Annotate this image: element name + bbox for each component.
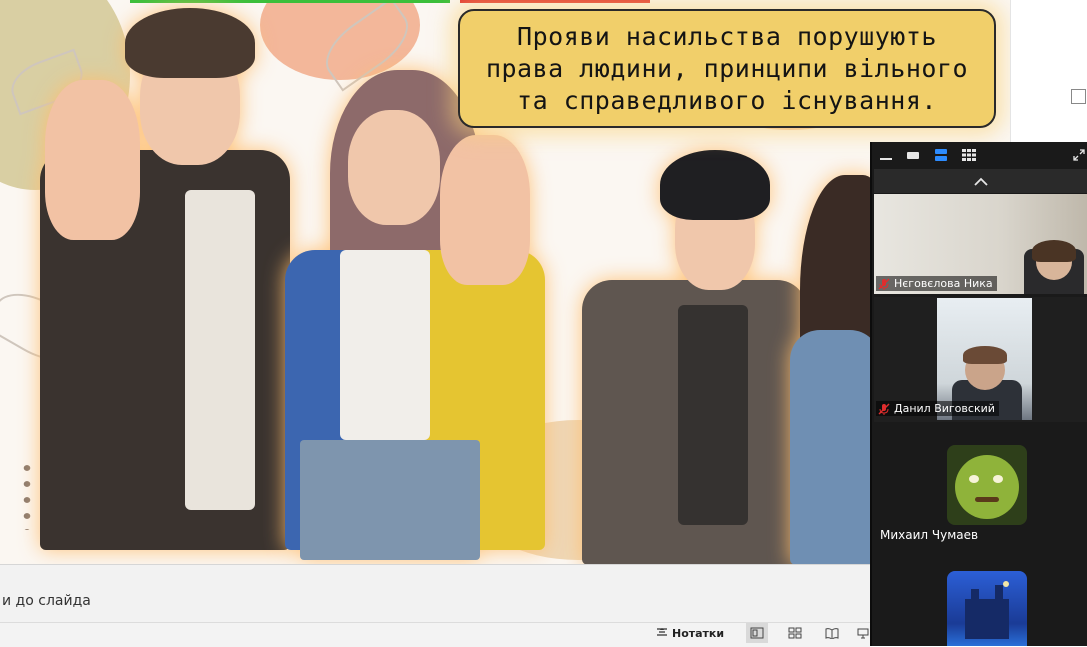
notes-button[interactable]: Нотатки bbox=[656, 624, 724, 642]
notes-pane[interactable] bbox=[0, 564, 870, 623]
speaker-view-icon[interactable] bbox=[905, 148, 921, 162]
side-panel-checkbox[interactable] bbox=[1071, 89, 1086, 104]
mic-muted-icon bbox=[878, 278, 890, 290]
slide-title-line: Прояви насильства порушують bbox=[517, 21, 937, 51]
participant-avatar bbox=[947, 571, 1027, 646]
slideshow-button[interactable] bbox=[856, 623, 870, 643]
minimize-icon[interactable] bbox=[878, 148, 894, 162]
reading-view-button[interactable] bbox=[821, 623, 843, 643]
participant-name-tag: Нєговєлова Ника bbox=[876, 276, 997, 291]
reading-view-icon bbox=[825, 628, 839, 639]
participant-tile[interactable]: Михаил Чумаев bbox=[874, 425, 1087, 550]
slide-title-box[interactable]: Прояви насильства порушують права людини… bbox=[458, 9, 996, 128]
slide-title-line: права людини, принципи вільного bbox=[485, 53, 969, 83]
slide-title-text: Прояви насильства порушують права людини… bbox=[486, 21, 968, 117]
notes-button-label: Нотатки bbox=[672, 626, 725, 640]
participant-tile[interactable]: Данил Виговский bbox=[874, 297, 1087, 422]
participant-tile[interactable]: Нєговєлова Ника bbox=[874, 194, 1087, 294]
normal-view-button[interactable] bbox=[746, 623, 768, 643]
notes-icon bbox=[657, 628, 667, 636]
notes-placeholder[interactable]: и до слайда bbox=[2, 593, 91, 609]
zoom-toolbar bbox=[872, 142, 1087, 168]
gallery-grid-icon[interactable] bbox=[961, 148, 977, 162]
gallery-strip-icon[interactable] bbox=[933, 148, 949, 162]
participant-name: Михаил Чумаев bbox=[880, 528, 979, 542]
expand-icon[interactable] bbox=[1072, 148, 1086, 162]
gallery-scroll-up-button[interactable] bbox=[874, 169, 1087, 193]
zoom-gallery-panel[interactable]: Нєговєлова Ника Данил Виговский Михаил Ч… bbox=[870, 142, 1087, 646]
slide-sorter-button[interactable] bbox=[784, 623, 806, 643]
slide-sorter-icon bbox=[788, 627, 802, 639]
slideshow-icon bbox=[857, 628, 869, 639]
decor-red-line bbox=[460, 0, 650, 3]
normal-view-icon bbox=[750, 627, 764, 639]
decor-green-line bbox=[130, 0, 450, 3]
mic-muted-icon bbox=[878, 403, 890, 415]
slide-canvas[interactable]: Прояви насильства порушують права людини… bbox=[0, 0, 1010, 564]
participant-name-tag: Данил Виговский bbox=[876, 401, 999, 416]
slide-title-line: та справедливого існування. bbox=[517, 85, 937, 115]
participant-avatar bbox=[947, 445, 1027, 525]
participant-tile[interactable] bbox=[874, 553, 1087, 646]
status-bar bbox=[0, 622, 870, 647]
participant-name: Данил Виговский bbox=[894, 402, 995, 415]
chevron-up-icon bbox=[973, 177, 988, 186]
participant-name: Нєговєлова Ника bbox=[894, 277, 993, 290]
side-panel bbox=[1010, 0, 1087, 142]
